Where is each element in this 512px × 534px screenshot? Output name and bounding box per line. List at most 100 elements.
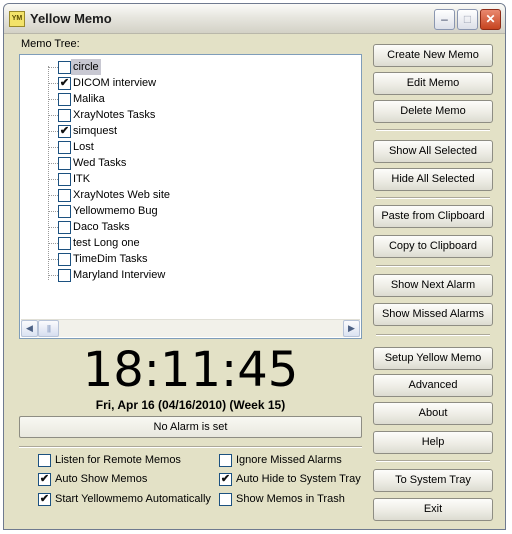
tree-item-label: TimeDim Tasks: [73, 253, 148, 265]
delete-memo-button[interactable]: Delete Memo: [373, 100, 493, 123]
tree-item[interactable]: Yellowmemo Bug: [20, 203, 350, 219]
scroll-thumb[interactable]: |||: [38, 320, 59, 337]
tree-item-label: Yellowmemo Bug: [73, 205, 158, 217]
help-button[interactable]: Help: [373, 431, 493, 454]
tree-connector: [48, 195, 58, 196]
copy-to-clipboard-button[interactable]: Copy to Clipboard: [373, 235, 493, 258]
button-divider: [376, 334, 490, 336]
show-next-alarm-button[interactable]: Show Next Alarm: [373, 274, 493, 297]
option-label: Start Yellowmemo Automatically: [55, 493, 211, 505]
yellow-memo-window: YM Yellow Memo – □ ✕ Memo Tree: circle ✔ D…: [3, 3, 506, 530]
tree-item-checkbox[interactable]: [58, 237, 71, 250]
window-title: Yellow Memo: [30, 11, 112, 26]
tree-item[interactable]: Daco Tasks: [20, 219, 350, 235]
tree-item[interactable]: Lost: [20, 139, 350, 155]
tree-item-label: Daco Tasks: [73, 221, 130, 233]
horizontal-scrollbar[interactable]: ◀ ||| ▶: [21, 319, 360, 337]
tree-item[interactable]: test Long one: [20, 235, 350, 251]
tree-item-checkbox[interactable]: ✔: [58, 77, 71, 90]
tree-item-checkbox[interactable]: [58, 253, 71, 266]
tree-item-label: DICOM interview: [73, 77, 157, 89]
tree-item-label: XrayNotes Tasks: [73, 109, 156, 121]
tree-item-checkbox[interactable]: [58, 221, 71, 234]
tree-item[interactable]: ✔ DICOM interview: [20, 75, 350, 91]
option-label: Ignore Missed Alarms: [236, 454, 342, 466]
tree-item-checkbox[interactable]: [58, 141, 71, 154]
tree-item-label: Lost: [73, 141, 94, 153]
checkbox[interactable]: ✔: [219, 473, 232, 486]
to-system-tray-button[interactable]: To System Tray: [373, 469, 493, 492]
tree-item-checkbox[interactable]: [58, 93, 71, 106]
checkbox[interactable]: ✔: [38, 473, 51, 486]
show-all-selected-button[interactable]: Show All Selected: [373, 140, 493, 163]
tree-item-checkbox[interactable]: [58, 269, 71, 282]
tree-connector: [48, 227, 58, 228]
options-divider: [19, 446, 362, 448]
paste-from-clipboard-button[interactable]: Paste from Clipboard: [373, 205, 493, 228]
tree-item[interactable]: XrayNotes Tasks: [20, 107, 350, 123]
edit-memo-button[interactable]: Edit Memo: [373, 72, 493, 95]
tree-item[interactable]: Malika: [20, 91, 350, 107]
tree-item-label: test Long one: [73, 237, 140, 249]
tree-connector: [48, 179, 58, 180]
clock-date: Fri, Apr 16 (04/16/2010) (Week 15): [95, 398, 286, 412]
tree-connector: [48, 147, 58, 148]
tree-connector: [48, 67, 58, 68]
tree-item[interactable]: ITK: [20, 171, 350, 187]
title-bar[interactable]: YM Yellow Memo – □ ✕: [4, 4, 505, 34]
tree-item-checkbox[interactable]: [58, 173, 71, 186]
create-new-memo-button[interactable]: Create New Memo: [373, 44, 493, 67]
tree-connector: [48, 243, 58, 244]
exit-button[interactable]: Exit: [373, 498, 493, 521]
checkbox[interactable]: [219, 454, 232, 467]
checkbox[interactable]: [38, 454, 51, 467]
hide-all-selected-button[interactable]: Hide All Selected: [373, 168, 493, 191]
checkbox[interactable]: ✔: [38, 493, 51, 506]
maximize-icon[interactable]: □: [457, 9, 478, 30]
tree-item-label: simquest: [73, 125, 118, 137]
scroll-right-icon[interactable]: ▶: [343, 320, 360, 337]
tree-item-label: Wed Tasks: [73, 157, 127, 169]
tree-item-checkbox[interactable]: [58, 61, 71, 74]
tree-item[interactable]: Wed Tasks: [20, 155, 350, 171]
tree-item-checkbox[interactable]: [58, 157, 71, 170]
tree-connector: [48, 115, 58, 116]
tree-connector: [48, 83, 58, 84]
tree-item[interactable]: circle: [20, 59, 350, 75]
tree-item[interactable]: XrayNotes Web site: [20, 187, 350, 203]
scroll-left-icon[interactable]: ◀: [21, 320, 38, 337]
option-label: Show Memos in Trash: [236, 493, 345, 505]
tree-connector: [48, 211, 58, 212]
alarm-status-button[interactable]: No Alarm is set: [19, 416, 362, 438]
tree-connector: [48, 163, 58, 164]
option-label: Auto Hide to System Tray: [236, 473, 361, 485]
memo-tree[interactable]: circle ✔ DICOM interview Malika XrayNotes Ta…: [19, 54, 362, 339]
memo-tree-label: Memo Tree:: [21, 38, 80, 50]
tree-item-label: circle: [71, 59, 101, 75]
button-divider: [376, 197, 490, 199]
tree-item-label: Malika: [73, 93, 105, 105]
tree-item-label: Maryland Interview: [73, 269, 166, 281]
option-label: Listen for Remote Memos: [55, 454, 181, 466]
tree-item[interactable]: Maryland Interview: [20, 267, 350, 283]
checkbox[interactable]: [219, 493, 232, 506]
tree-item-checkbox[interactable]: ✔: [58, 125, 71, 138]
tree-connector: [48, 99, 58, 100]
tree-connector: [48, 131, 58, 132]
tree-item-checkbox[interactable]: [58, 205, 71, 218]
about-button[interactable]: About: [373, 402, 493, 425]
tree-item[interactable]: ✔ simquest: [20, 123, 350, 139]
clock-time: 18:11:45: [82, 342, 299, 398]
tree-item-checkbox[interactable]: [58, 189, 71, 202]
app-icon[interactable]: YM: [9, 11, 25, 27]
show-missed-alarms-button[interactable]: Show Missed Alarms: [373, 303, 493, 326]
tree-item[interactable]: TimeDim Tasks: [20, 251, 350, 267]
setup-yellow-memo-button[interactable]: Setup Yellow Memo: [373, 347, 493, 370]
minimize-icon[interactable]: –: [434, 9, 455, 30]
tree-item-checkbox[interactable]: [58, 109, 71, 122]
tree-connector: [48, 259, 58, 260]
close-icon[interactable]: ✕: [480, 9, 501, 30]
advanced-button[interactable]: Advanced: [373, 374, 493, 397]
button-divider: [376, 460, 490, 462]
option-label: Auto Show Memos: [55, 473, 148, 485]
